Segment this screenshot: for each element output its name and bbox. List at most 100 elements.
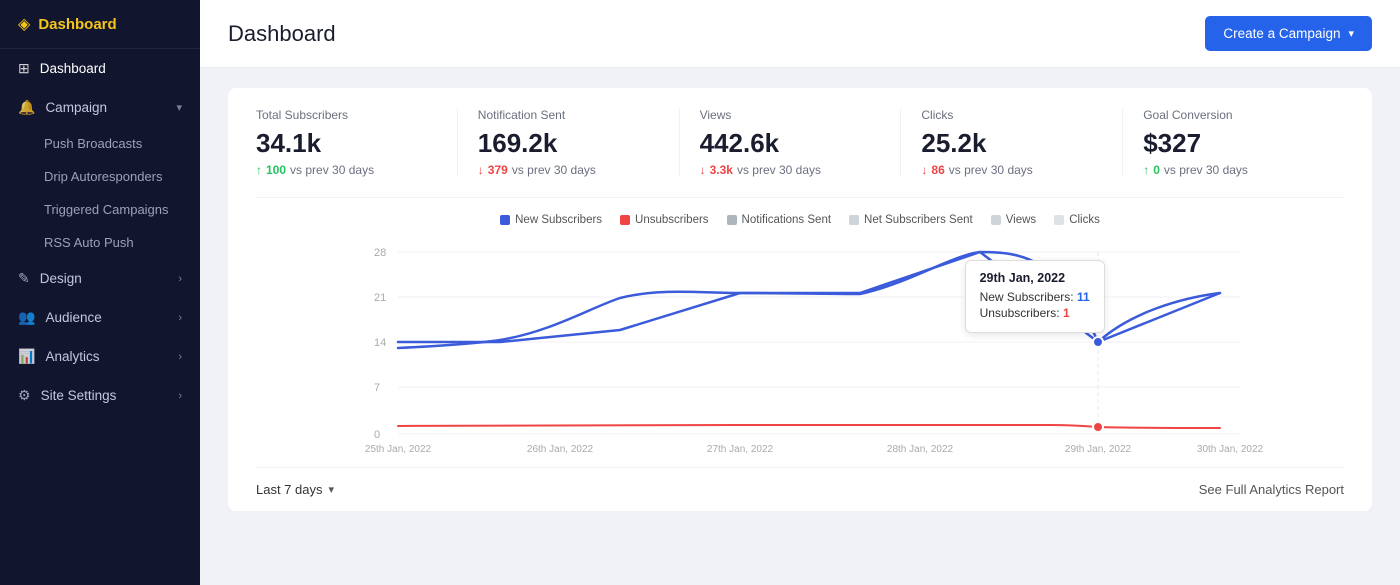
stat-change-goal: ↑ 0 vs prev 30 days (1143, 163, 1324, 177)
create-campaign-button[interactable]: Create a Campaign ▾ (1205, 16, 1372, 51)
stat-label-subscribers: Total Subscribers (256, 108, 437, 122)
sidebar-item-audience[interactable]: 👥 Audience › (0, 298, 200, 337)
arrow-down-icon-clicks: ↓ (921, 163, 927, 177)
legend-clicks: Clicks (1054, 214, 1100, 226)
sidebar-item-dashboard[interactable]: ⊞ Dashboard (0, 49, 200, 88)
svg-text:0: 0 (374, 429, 380, 441)
chart-area: New Subscribers Unsubscribers Notificati… (256, 198, 1344, 511)
svg-text:27th Jan, 2022: 27th Jan, 2022 (707, 444, 774, 455)
stat-label-clicks: Clicks (921, 108, 1102, 122)
change-suffix-notifications: vs prev 30 days (512, 163, 596, 177)
create-btn-chevron-icon: ▾ (1348, 27, 1354, 40)
time-filter-chevron-icon: ▾ (329, 483, 335, 496)
change-val-notifications: 379 (488, 163, 508, 177)
change-suffix-goal: vs prev 30 days (1164, 163, 1248, 177)
sidebar-item-triggered-campaigns[interactable]: Triggered Campaigns (0, 193, 200, 226)
sidebar-item-drip-autoresponders[interactable]: Drip Autoresponders (0, 160, 200, 193)
dashboard-content: Total Subscribers 34.1k ↑ 100 vs prev 30… (200, 68, 1400, 585)
legend-unsubscribers: Unsubscribers (620, 214, 709, 226)
chart-legend: New Subscribers Unsubscribers Notificati… (256, 214, 1344, 226)
arrow-down-icon-views: ↓ (700, 163, 706, 177)
legend-notifications-sent: Notifications Sent (727, 214, 832, 226)
time-filter-label: Last 7 days (256, 482, 323, 497)
svg-text:25th Jan, 2022: 25th Jan, 2022 (365, 444, 432, 455)
sidebar-logo-text: Dashboard (38, 16, 116, 33)
sidebar-item-site-settings[interactable]: ⚙ Site Settings › (0, 376, 200, 415)
stat-value-goal: $327 (1143, 128, 1324, 159)
sidebar-label-dashboard: Dashboard (40, 61, 106, 76)
page-title: Dashboard (228, 21, 336, 47)
bell-icon: 🔔 (18, 99, 35, 116)
chevron-right-icon-audience: › (178, 312, 182, 324)
stat-views: Views 442.6k ↓ 3.3k vs prev 30 days (700, 108, 902, 177)
stat-clicks: Clicks 25.2k ↓ 86 vs prev 30 days (921, 108, 1123, 177)
create-campaign-label: Create a Campaign (1223, 26, 1340, 41)
sidebar-item-analytics[interactable]: 📊 Analytics › (0, 337, 200, 376)
arrow-down-icon: ↓ (478, 163, 484, 177)
legend-dot-notifications (727, 215, 737, 225)
legend-label-new-subscribers: New Subscribers (515, 214, 602, 226)
sidebar-label-analytics: Analytics (45, 349, 99, 364)
sidebar-logo: ◈ Dashboard (0, 0, 200, 49)
change-val-subscribers: 100 (266, 163, 286, 177)
stat-change-subscribers: ↑ 100 vs prev 30 days (256, 163, 437, 177)
legend-dot-net-subscribers (849, 215, 859, 225)
sidebar-item-rss-auto-push[interactable]: RSS Auto Push (0, 226, 200, 259)
change-suffix-subscribers: vs prev 30 days (290, 163, 374, 177)
legend-dot-clicks (1054, 215, 1064, 225)
sidebar-label-rss: RSS Auto Push (44, 235, 134, 250)
settings-icon: ⚙ (18, 387, 31, 404)
chevron-right-icon: › (178, 273, 182, 285)
stat-label-views: Views (700, 108, 881, 122)
stat-change-clicks: ↓ 86 vs prev 30 days (921, 163, 1102, 177)
sidebar-label-settings: Site Settings (41, 388, 117, 403)
chart-dot-new-subscribers (1093, 337, 1103, 347)
svg-text:7: 7 (374, 382, 380, 394)
sidebar-item-campaign[interactable]: 🔔 Campaign ▾ (0, 88, 200, 127)
stat-label-goal: Goal Conversion (1143, 108, 1324, 122)
svg-text:28th Jan, 2022: 28th Jan, 2022 (887, 444, 954, 455)
stats-card: Total Subscribers 34.1k ↑ 100 vs prev 30… (228, 88, 1372, 511)
legend-dot-views (991, 215, 1001, 225)
legend-label-clicks: Clicks (1069, 214, 1100, 226)
svg-text:14: 14 (374, 337, 386, 349)
chevron-right-icon-settings: › (178, 390, 182, 402)
analytics-icon: 📊 (18, 348, 35, 365)
svg-text:21: 21 (374, 292, 386, 304)
change-val-clicks: 86 (931, 163, 944, 177)
stat-value-clicks: 25.2k (921, 128, 1102, 159)
chart-svg: 28 21 14 7 0 (256, 238, 1344, 458)
sidebar-label-drip: Drip Autoresponders (44, 169, 163, 184)
chevron-right-icon-analytics: › (178, 351, 182, 363)
sidebar-label-audience: Audience (45, 310, 101, 325)
legend-label-views: Views (1006, 214, 1036, 226)
audience-icon: 👥 (18, 309, 35, 326)
grid-icon: ⊞ (18, 60, 30, 77)
full-analytics-report-link[interactable]: See Full Analytics Report (1199, 482, 1344, 497)
sidebar-item-push-broadcasts[interactable]: Push Broadcasts (0, 127, 200, 160)
chart-dot-unsubscribers (1093, 422, 1103, 432)
legend-views: Views (991, 214, 1036, 226)
stat-value-views: 442.6k (700, 128, 881, 159)
stat-notification-sent: Notification Sent 169.2k ↓ 379 vs prev 3… (478, 108, 680, 177)
change-val-views: 3.3k (710, 163, 733, 177)
change-val-goal: 0 (1153, 163, 1160, 177)
legend-net-subscribers: Net Subscribers Sent (849, 214, 973, 226)
main-content: Dashboard Create a Campaign ▾ Total Subs… (200, 0, 1400, 585)
legend-dot-new-subscribers (500, 215, 510, 225)
sidebar: ◈ Dashboard ⊞ Dashboard 🔔 Campaign ▾ Pus… (0, 0, 200, 585)
arrow-up-icon-goal: ↑ (1143, 163, 1149, 177)
chart-bottom-bar: Last 7 days ▾ See Full Analytics Report (256, 467, 1344, 511)
stats-row: Total Subscribers 34.1k ↑ 100 vs prev 30… (256, 108, 1344, 198)
stat-change-notifications: ↓ 379 vs prev 30 days (478, 163, 659, 177)
change-suffix-views: vs prev 30 days (737, 163, 821, 177)
time-filter-dropdown[interactable]: Last 7 days ▾ (256, 482, 334, 497)
svg-text:26th Jan, 2022: 26th Jan, 2022 (527, 444, 594, 455)
stat-change-views: ↓ 3.3k vs prev 30 days (700, 163, 881, 177)
stat-value-subscribers: 34.1k (256, 128, 437, 159)
sidebar-item-design[interactable]: ✎ Design › (0, 259, 200, 298)
stat-value-notifications: 169.2k (478, 128, 659, 159)
legend-label-net-subscribers: Net Subscribers Sent (864, 214, 973, 226)
svg-text:28: 28 (374, 247, 386, 259)
dashboard-icon: ◈ (18, 14, 30, 34)
